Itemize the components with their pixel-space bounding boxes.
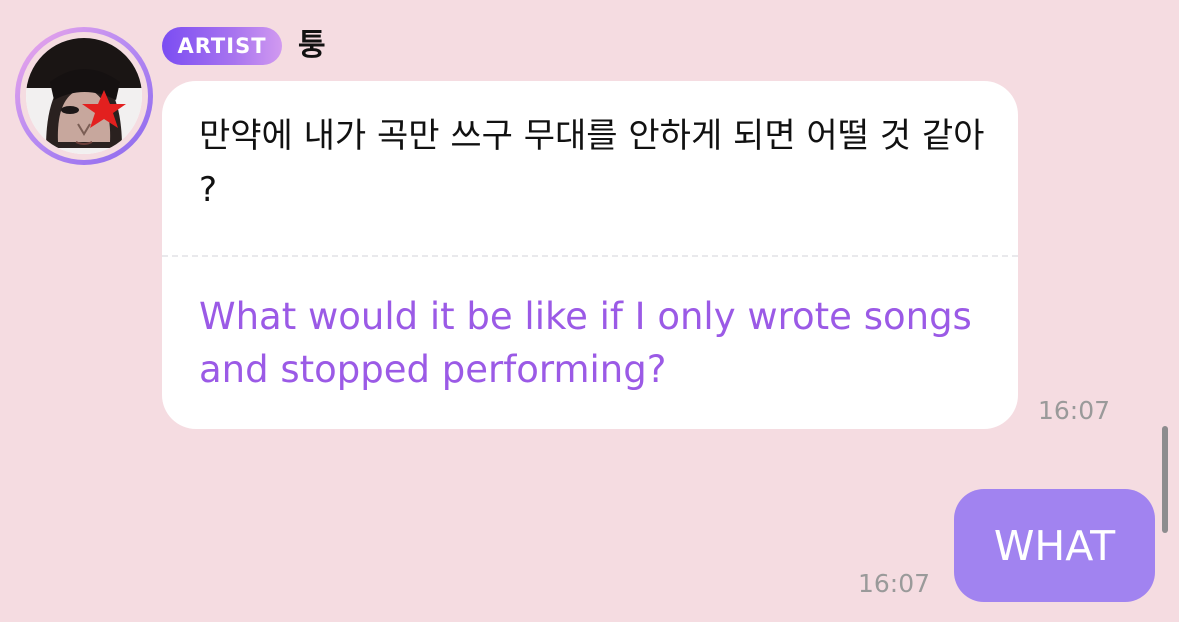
message-translation-text: What would it be like if I only wrote so… [199,295,972,391]
artist-portrait-icon [26,38,142,154]
sender-name: 퉁 [298,28,326,63]
translation-divider [162,255,1018,257]
scrollbar[interactable] [1162,426,1168,533]
message-original-text: 만약에 내가 곡만 쓰구 무대를 안하게 되면 어떨 것 같아 ? [199,116,985,210]
avatar-photo-icon [26,38,142,154]
artist-badge: ARTIST [162,27,282,65]
avatar-ring[interactable] [15,27,153,165]
outgoing-timestamp: 16:07 [858,569,931,598]
outgoing-message-bubble[interactable]: WHAT [954,489,1155,602]
avatar [20,32,148,160]
incoming-timestamp: 16:07 [1038,396,1111,425]
incoming-message-bubble[interactable]: 만약에 내가 곡만 쓰구 무대를 안하게 되면 어떨 것 같아 ? What w… [162,81,1018,429]
